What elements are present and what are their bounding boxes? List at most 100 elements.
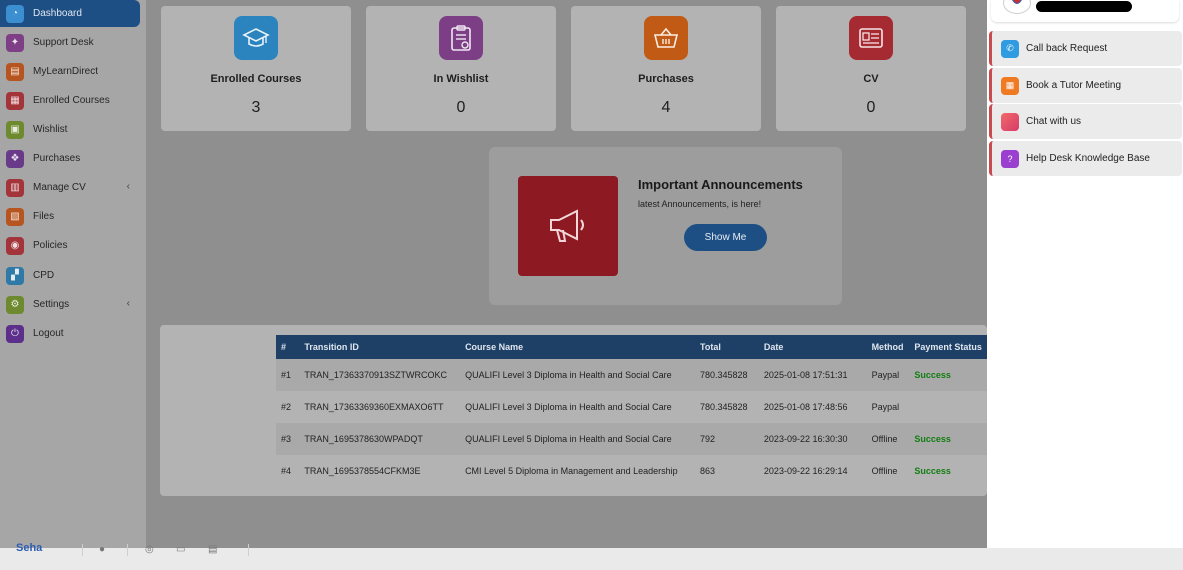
cv-icon: ▥: [6, 178, 24, 197]
card-title: Enrolled Courses: [210, 73, 302, 85]
show-me-button[interactable]: Show Me: [684, 224, 767, 251]
help-icon: ?: [1001, 149, 1019, 168]
cell-total: 780.345828: [700, 370, 748, 380]
sidebar-item-label: Wishlist: [33, 124, 68, 135]
divider: [127, 544, 128, 556]
sidebar-item-logout[interactable]: ⏻ Logout: [0, 320, 140, 347]
column-header: Date: [763, 342, 784, 352]
cell-date: 2025-01-08 17:48:56: [763, 402, 848, 412]
column-header: Transition ID: [304, 342, 359, 352]
bottom-bar: Seha ● ◎ ▭ ▤: [0, 542, 1183, 570]
sidebar-item-cpd[interactable]: ▞ CPD: [0, 262, 140, 289]
sidebar-item-settings[interactable]: ⚙ Settings ‹: [0, 291, 140, 318]
megaphone-icon: [518, 176, 618, 276]
stat-card-purchases[interactable]: Purchases 4: [571, 6, 761, 131]
chevron-left-icon[interactable]: ‹: [127, 181, 130, 192]
cell-course-name: QUALIFI Level 5 Diploma in Health and So…: [465, 434, 672, 444]
cell-transition-id: TRAN_17363370913SZTWRCOKC: [304, 370, 447, 380]
bottom-logo[interactable]: Seha: [16, 542, 42, 554]
cell-transition-id: TRAN_1695378554CFKM3E: [304, 466, 421, 476]
redacted-username: [1036, 1, 1132, 12]
cell-index: #4: [281, 466, 292, 476]
column-header: Total: [700, 342, 721, 352]
cell-course-name: QUALIFI Level 3 Diploma in Health and So…: [465, 370, 672, 380]
dashboard-icon: ◔: [6, 4, 24, 23]
divider: [248, 544, 249, 556]
settings-icon: ⚙: [6, 295, 24, 314]
cell-index: #3: [281, 434, 292, 444]
cell-transition-id: TRAN_17363369360EXMAXO6TT: [304, 402, 444, 412]
menu-item-label: Book a Tutor Meeting: [1026, 80, 1122, 91]
policies-icon: ◉: [6, 236, 24, 255]
menu-item-label: Call back Request: [1026, 43, 1108, 54]
purchases-icon: ❖: [6, 149, 24, 168]
copy-icon[interactable]: ▤: [208, 544, 220, 555]
logout-icon: ⏻: [6, 324, 24, 343]
sidebar-item-wishlist[interactable]: ▣ Wishlist: [0, 116, 140, 143]
sidebar-item-label: CPD: [33, 270, 55, 281]
table-row: #1 TRAN_17363370913SZTWRCOKC QUALIFI Lev…: [276, 359, 987, 391]
divider: [82, 544, 83, 556]
sidebar-item-purchases[interactable]: ❖ Purchases: [0, 145, 140, 172]
menu-item-label: Help Desk Knowledge Base: [1026, 153, 1150, 164]
sidebar-item-label: Logout: [33, 328, 64, 339]
chat-icon: [1001, 112, 1019, 131]
phone-icon: ✆: [1001, 39, 1019, 58]
sidebar-item-label: Purchases: [33, 153, 81, 164]
cell-total: 780.345828: [700, 402, 748, 412]
sidebar-item-label: Policies: [33, 240, 68, 251]
cell-payment-status: Success: [914, 370, 951, 380]
cell-payment-status: [909, 391, 987, 423]
settings-icon[interactable]: ◎: [145, 544, 157, 555]
support-icon: ✦: [6, 33, 24, 52]
sidebar-item-support-desk[interactable]: ✦ Support Desk: [0, 29, 140, 56]
user-header: [991, 0, 1179, 22]
cv-document-icon: [849, 16, 893, 60]
chevron-left-icon[interactable]: ‹: [127, 298, 130, 309]
sidebar-item-files[interactable]: ▧ Files: [0, 203, 140, 230]
transactions-panel: # Transition ID Course Name Total Date M…: [160, 325, 987, 496]
sidebar-item-label: Dashboard: [33, 8, 82, 19]
announcement-panel: Important Announcements latest Announcem…: [489, 147, 842, 305]
stat-card-in-wishlist[interactable]: In Wishlist 0: [366, 6, 556, 131]
table-row: #3 TRAN_1695378630WPADQT QUALIFI Level 5…: [276, 423, 987, 455]
sidebar-item-policies[interactable]: ◉ Policies: [0, 232, 140, 259]
cell-course-name: QUALIFI Level 3 Diploma in Health and So…: [465, 402, 672, 412]
sidebar: ◔ Dashboard ✦ Support Desk ▤ MyLearnDire…: [0, 0, 146, 548]
stat-card-enrolled-courses[interactable]: Enrolled Courses 3: [161, 6, 351, 131]
graduation-cap-icon: [234, 16, 278, 60]
column-header: #: [281, 342, 287, 352]
circle-icon[interactable]: ●: [99, 544, 111, 555]
sidebar-item-enrolled-courses[interactable]: ▦ Enrolled Courses: [0, 87, 140, 114]
card-title: CV: [863, 73, 879, 85]
book-tutor-meeting-button[interactable]: ▦ Book a Tutor Meeting: [989, 68, 1182, 103]
chat-with-us-button[interactable]: Chat with us: [989, 104, 1182, 139]
wishlist-icon: ▣: [6, 120, 24, 139]
sidebar-item-label: Enrolled Courses: [33, 95, 110, 106]
avatar[interactable]: [1003, 0, 1031, 14]
table-row: #4 TRAN_1695378554CFKM3E CMI Level 5 Dip…: [276, 455, 987, 487]
cell-course-name: CMI Level 5 Diploma in Management and Le…: [465, 466, 678, 476]
sidebar-item-mylearndirect[interactable]: ▤ MyLearnDirect: [0, 58, 140, 85]
basket-icon: [644, 16, 688, 60]
right-panel: ✆ Call back Request ▦ Book a Tutor Meeti…: [987, 0, 1183, 548]
cell-method: Paypal: [871, 402, 900, 412]
stat-card-cv[interactable]: CV 0: [776, 6, 966, 131]
help-desk-knowledge-base-button[interactable]: ? Help Desk Knowledge Base: [989, 141, 1182, 176]
courses-icon: ▦: [6, 91, 24, 110]
cell-payment-status: Success: [914, 434, 951, 444]
call-back-request-button[interactable]: ✆ Call back Request: [989, 31, 1182, 66]
sidebar-item-manage-cv[interactable]: ▥ Manage CV ‹: [0, 174, 140, 201]
card-value: 0: [866, 99, 876, 116]
cell-date: 2023-09-22 16:29:14: [763, 466, 848, 476]
card-value: 3: [251, 99, 261, 116]
transactions-table: # Transition ID Course Name Total Date M…: [276, 335, 987, 487]
cell-total: 792: [700, 434, 716, 444]
table-header-row: # Transition ID Course Name Total Date M…: [276, 335, 987, 359]
cpd-icon: ▞: [6, 266, 24, 285]
sidebar-item-dashboard[interactable]: ◔ Dashboard: [0, 0, 140, 27]
announcement-subtitle: latest Announcements, is here!: [638, 199, 762, 209]
cell-index: #2: [281, 402, 292, 412]
announcement-title: Important Announcements: [638, 177, 803, 192]
inbox-icon[interactable]: ▭: [176, 544, 188, 555]
